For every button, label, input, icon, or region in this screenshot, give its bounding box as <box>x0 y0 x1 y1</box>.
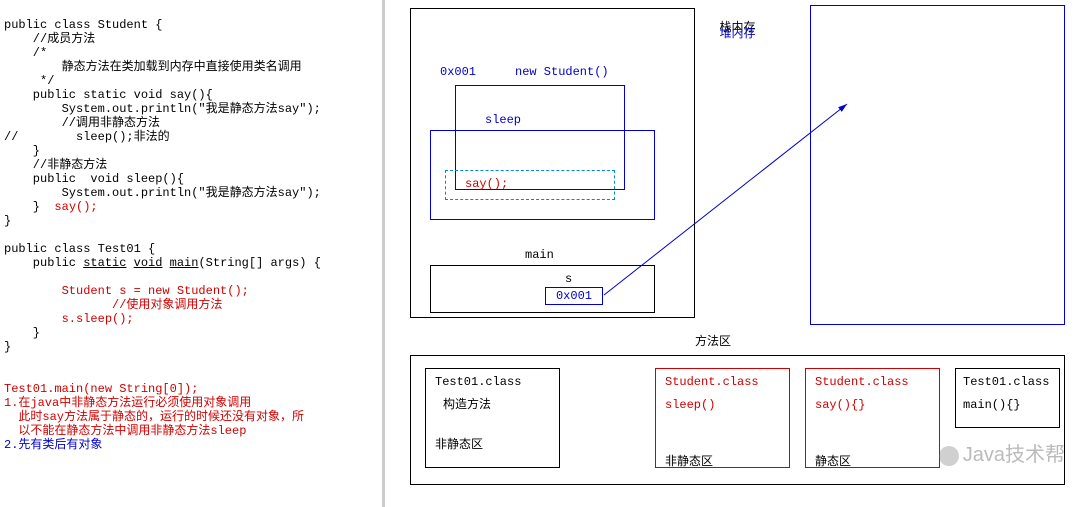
heap-new-student: new Student() <box>515 65 609 79</box>
m2-method: sleep() <box>665 398 715 412</box>
code-line: 静态方法在类加载到内存中直接使用类名调用 <box>4 60 302 74</box>
m2-area: 非静态区 <box>665 452 713 469</box>
m4-method: main(){} <box>963 398 1021 412</box>
code-line: System.out.println("我是静态方法say"); <box>4 186 321 200</box>
m1-constructor: 构造方法 <box>443 395 491 412</box>
method-area-title: 方法区 <box>695 332 731 349</box>
m1-class: Test01.class <box>435 375 521 389</box>
code-line: /* <box>4 46 47 60</box>
wechat-icon <box>939 446 959 466</box>
code-line: System.out.println("我是静态方法say"); <box>4 102 321 116</box>
note-2: 此时say方法属于静态的，运行的时候还没有对象，所 <box>4 410 304 424</box>
code-panel: public class Student { //成员方法 /* 静态方法在类加… <box>0 0 385 507</box>
main-frame <box>430 265 655 313</box>
note-1: 1.在java中非静态方法运行必须使用对象调用 <box>4 396 251 410</box>
code-line: //成员方法 <box>4 32 95 46</box>
code-line: } <box>4 144 40 158</box>
m3-method: say(){} <box>815 398 865 412</box>
note-3: 以不能在静态方法中调用非静态方法sleep <box>4 424 246 438</box>
code-line-sleep: s.sleep(); <box>62 312 134 326</box>
main-frame-label: main <box>525 248 554 262</box>
m3-area: 静态区 <box>815 452 851 469</box>
code-comment: //使用对象调用方法 <box>112 298 222 312</box>
code-line: } <box>4 340 11 354</box>
note-4: 2.先有类后有对象 <box>4 438 102 452</box>
code-line: } <box>4 214 11 228</box>
m4-class: Test01.class <box>963 375 1049 389</box>
code-line: //非静态方法 <box>4 158 107 172</box>
s-var-label: s <box>565 272 572 286</box>
memory-diagram: 栈内存 堆内存 0x001 new Student() sleep say();… <box>395 0 1080 507</box>
sleep-frame-label: sleep <box>485 113 521 127</box>
heap-title: 堆内存 <box>395 24 1080 41</box>
heap-memory-box <box>810 5 1065 325</box>
code-line: public void sleep(){ <box>4 172 184 186</box>
code-line: //调用非静态方法 <box>4 116 160 130</box>
s-var-value: 0x001 <box>545 287 603 305</box>
m2-class: Student.class <box>665 375 759 389</box>
code-line: */ <box>4 74 54 88</box>
code-line: // sleep();非法的 <box>4 130 170 144</box>
call-line: Test01.main(new String[0]); <box>4 382 198 396</box>
code-line: public class Test01 { <box>4 242 155 256</box>
m3-class: Student.class <box>815 375 909 389</box>
code-line-new: Student s = new Student(); <box>62 284 249 298</box>
m1-area: 非静态区 <box>435 435 483 452</box>
watermark: Java技术帮 <box>939 438 1065 467</box>
heap-address: 0x001 <box>440 65 476 79</box>
watermark-text: Java技术帮 <box>963 444 1065 466</box>
say-call-label: say(); <box>465 177 508 191</box>
code-line: public static void say(){ <box>4 88 213 102</box>
code-line: public class Student { <box>4 18 162 32</box>
